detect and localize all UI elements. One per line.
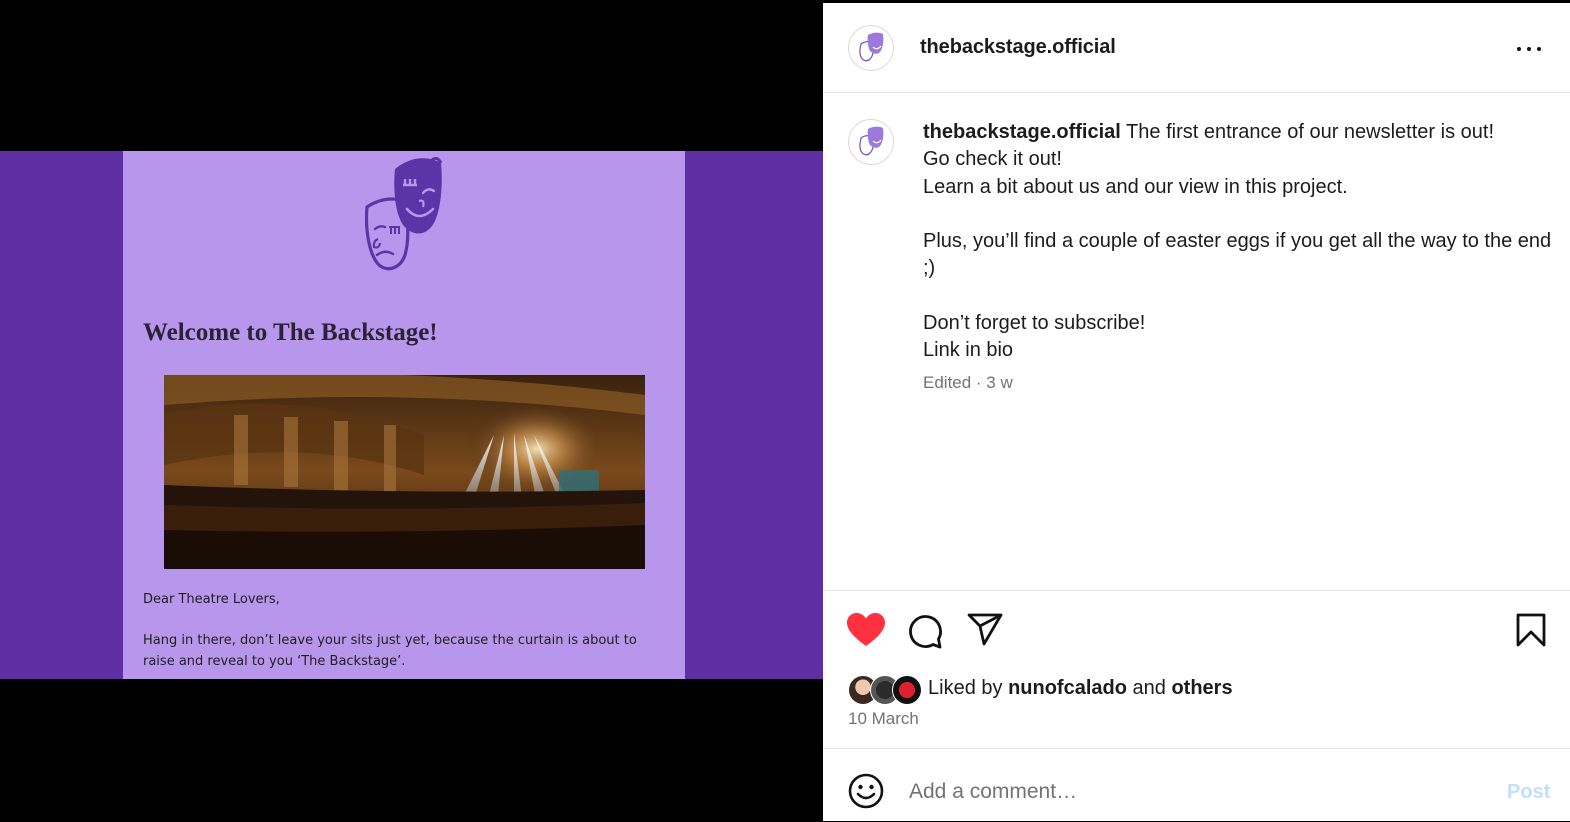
comment-icon[interactable] bbox=[907, 613, 943, 649]
emoji-icon[interactable] bbox=[848, 773, 884, 809]
theatre-masks-logo bbox=[365, 157, 443, 271]
post-date[interactable]: 10 March bbox=[848, 709, 919, 729]
theatre-masks-avatar-icon bbox=[859, 126, 884, 156]
caption-line: Learn a bit about us and our view in thi… bbox=[923, 175, 1348, 198]
caption-line: Plus, you’ll find a couple of easter egg… bbox=[923, 230, 1552, 280]
liked-by-others-link[interactable]: others bbox=[1171, 677, 1232, 699]
bookmark-icon[interactable] bbox=[1516, 613, 1546, 647]
liked-by-and: and bbox=[1132, 677, 1166, 699]
comment-input[interactable] bbox=[907, 771, 1471, 813]
profile-avatar[interactable] bbox=[848, 25, 894, 71]
theatre-masks-avatar-icon bbox=[859, 32, 884, 62]
liked-by-text: Liked by nunofcalado and others bbox=[928, 677, 1233, 700]
post-caption: thebackstage.official The first entrance… bbox=[923, 119, 1553, 365]
caption-line: Don’t forget to subscribe! bbox=[923, 312, 1146, 335]
media-background: Welcome to The Backstage! Dear Theatre L… bbox=[0, 151, 823, 679]
post-media[interactable]: Welcome to The Backstage! Dear Theatre L… bbox=[0, 0, 823, 821]
caption-line: The first entrance of our newsletter is … bbox=[1126, 121, 1494, 143]
header-username[interactable]: thebackstage.official bbox=[920, 36, 1116, 59]
comment-bar: Post bbox=[823, 748, 1570, 822]
post-panel: thebackstage.official thebackstage.offic… bbox=[823, 3, 1570, 821]
avatar[interactable] bbox=[892, 675, 922, 705]
caption-line: Go check it out! bbox=[923, 148, 1062, 171]
heart-icon[interactable] bbox=[846, 612, 886, 648]
more-options-icon[interactable] bbox=[1515, 39, 1545, 59]
caption-username[interactable]: thebackstage.official bbox=[923, 121, 1121, 143]
caption-meta: Edited · 3 w bbox=[923, 373, 1013, 392]
caption-avatar[interactable] bbox=[848, 119, 894, 165]
caption-line: Link in bio bbox=[923, 339, 1014, 362]
liked-by-label: Liked by bbox=[928, 677, 1003, 699]
liker-avatars[interactable] bbox=[848, 675, 926, 705]
post-header: thebackstage.official bbox=[823, 3, 1570, 93]
liked-by-user-link[interactable]: nunofcalado bbox=[1008, 677, 1127, 699]
share-icon[interactable] bbox=[967, 613, 1003, 647]
newsletter-greeting: Dear Theatre Lovers, bbox=[143, 592, 280, 607]
newsletter-title: Welcome to The Backstage! bbox=[143, 319, 438, 346]
theatre-concert-photo bbox=[164, 375, 645, 569]
post-actions: Liked by nunofcalado and others 10 March bbox=[823, 590, 1570, 751]
post-comment-button[interactable]: Post bbox=[1507, 781, 1550, 804]
newsletter-preview: Welcome to The Backstage! Dear Theatre L… bbox=[123, 151, 685, 679]
newsletter-body: Hang in there, don’t leave your sits jus… bbox=[143, 633, 637, 669]
